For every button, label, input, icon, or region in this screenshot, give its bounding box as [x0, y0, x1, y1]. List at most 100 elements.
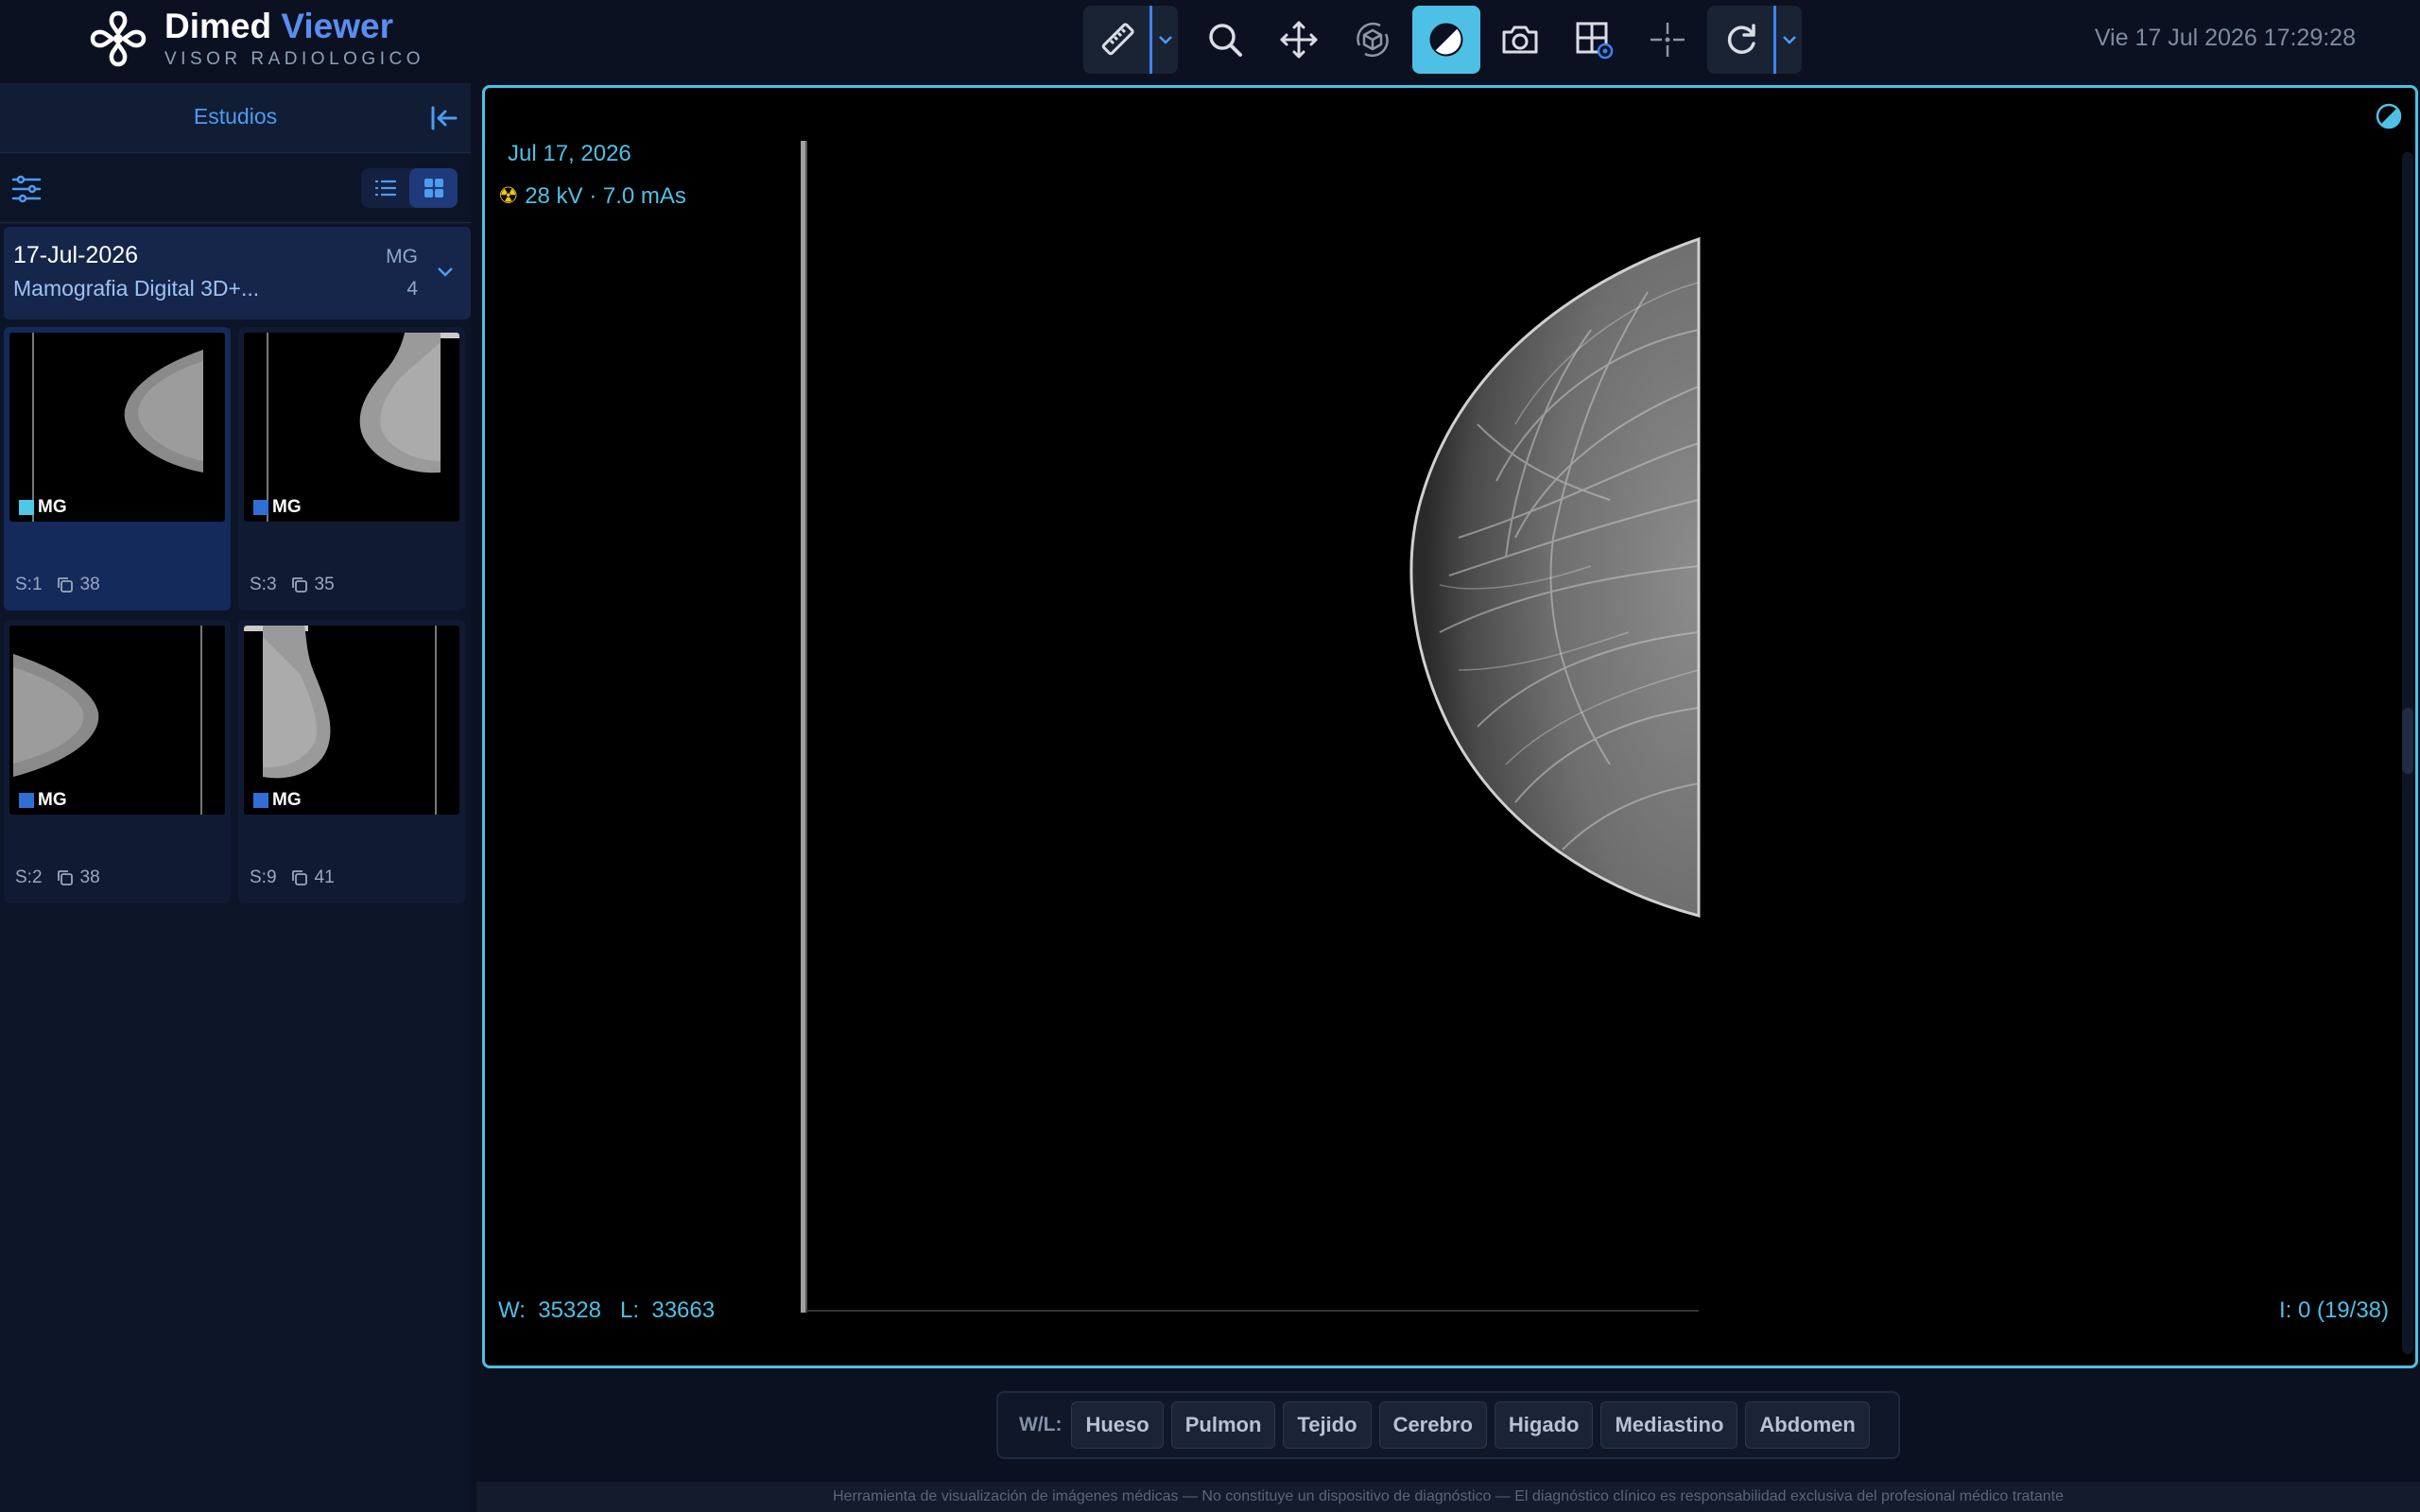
series-meta: S:9 41	[250, 868, 335, 888]
window-label: W:	[498, 1297, 526, 1323]
camera-icon	[1502, 26, 1538, 54]
series-meta: S:1 38	[15, 575, 100, 595]
series-number: S:9	[250, 868, 277, 887]
series-image-count: 41	[314, 868, 335, 887]
overlay-study-date: Jul 17, 2026	[508, 141, 631, 166]
mammogram-image-render	[801, 141, 1701, 1313]
disclaimer-footer: Herramienta de visualización de imágenes…	[476, 1482, 2420, 1512]
clock: Vie 17 Jul 2026 17:29:28	[2094, 25, 2356, 51]
mammogram-image[interactable]	[797, 141, 1723, 1313]
pan-icon	[1280, 21, 1318, 59]
preset-pulmon-button[interactable]: Pulmon	[1170, 1401, 1276, 1449]
series-tag: MG	[19, 497, 67, 518]
level-value: 33663	[651, 1297, 716, 1323]
series-tag: MG	[253, 497, 302, 518]
preset-abdomen-button[interactable]: Abdomen	[1745, 1401, 1870, 1449]
grid-icon	[424, 179, 443, 198]
series-thumbnail: MG	[9, 333, 225, 522]
series-modality: MG	[272, 790, 302, 810]
overlay-exposure-value: 28 kV · 7.0 mAs	[525, 183, 686, 209]
level-label: L:	[620, 1297, 640, 1323]
stack-icon	[57, 870, 73, 885]
brand-title: Dimed Viewer	[164, 6, 424, 47]
series-tag: MG	[253, 790, 302, 811]
view-toggle	[361, 168, 458, 208]
series-color-swatch	[253, 500, 268, 515]
filter-icon[interactable]	[9, 172, 43, 206]
series-thumbnail: MG	[244, 626, 459, 815]
grid-view-button[interactable]	[409, 168, 458, 208]
series-thumbnail: MG	[244, 333, 459, 522]
series-tag: MG	[19, 790, 67, 811]
measure-dropdown-button[interactable]	[1150, 6, 1178, 74]
series-card[interactable]: MG S:2 38	[4, 620, 231, 903]
series-image-count: 38	[79, 575, 100, 594]
zoom-icon	[1209, 24, 1242, 57]
series-thumbnail: MG	[9, 626, 225, 815]
overlay-exposure: ☢ 28 kV · 7.0 mAs	[498, 182, 686, 210]
crosshair-tool-button[interactable]	[1634, 6, 1702, 74]
reset-tool-button[interactable]	[1707, 6, 1775, 74]
main-toolbar	[1083, 4, 1815, 76]
layout-settings-icon	[1576, 22, 1614, 60]
list-view-button[interactable]	[361, 168, 409, 208]
layout-tool-button[interactable]	[1560, 6, 1628, 74]
snapshot-tool-button[interactable]	[1486, 6, 1554, 74]
rotate-3d-tool-button[interactable]	[1339, 6, 1407, 74]
preset-mediastino-button[interactable]: Mediastino	[1600, 1401, 1738, 1449]
overlay-window-level: W: 35328 L: 33663	[498, 1297, 715, 1324]
list-icon	[374, 180, 396, 197]
mammogram-thumbnail-image	[32, 333, 203, 522]
preset-tejido-button[interactable]: Tejido	[1283, 1401, 1372, 1449]
brand: Dimed Viewer VISOR RADIOLOGICO	[164, 6, 424, 70]
sidebar-toolbar	[0, 155, 471, 223]
mammogram-thumbnail-image	[13, 626, 202, 815]
measure-tool-button[interactable]	[1083, 6, 1151, 74]
series-card[interactable]: MG S:3 35	[238, 327, 465, 610]
pan-tool-button[interactable]	[1265, 6, 1333, 74]
chevron-down-icon[interactable]	[433, 259, 458, 284]
chevron-down-icon	[1782, 36, 1796, 44]
window-value: 35328	[538, 1297, 601, 1323]
zoom-tool-button[interactable]	[1191, 6, 1259, 74]
sidebar-header: Estudios	[0, 83, 471, 153]
logo-icon	[90, 10, 147, 67]
series-card[interactable]: MG S:1 38	[4, 327, 231, 610]
series-modality: MG	[38, 497, 67, 517]
rotate-3d-icon	[1357, 22, 1389, 58]
image-viewport[interactable]: Jul 17, 2026 ☢ 28 kV · 7.0 mAs W: 35328 …	[482, 85, 2418, 1368]
contrast-icon[interactable]	[2374, 101, 2404, 131]
viewer-app: Dimed Viewer VISOR RADIOLOGICO Vie 17 Ju…	[0, 0, 2420, 1512]
preset-higado-button[interactable]: Higado	[1494, 1401, 1594, 1449]
study-item[interactable]: 17-Jul-2026 Mamografia Digital 3D+... MG…	[4, 227, 471, 319]
image-scrollbar[interactable]	[2402, 152, 2413, 1354]
series-number: S:3	[250, 575, 277, 594]
wl-presets-label: W/L:	[1019, 1414, 1063, 1435]
study-series-count: 4	[406, 278, 418, 300]
image-scrollbar-thumb[interactable]	[2402, 708, 2413, 774]
radiation-icon: ☢	[498, 183, 519, 209]
series-number: S:1	[15, 575, 43, 594]
study-description: Mamografia Digital 3D+...	[13, 276, 260, 301]
stack-icon	[57, 577, 73, 593]
crosshair-icon	[1651, 23, 1685, 57]
series-card[interactable]: MG S:9 41	[238, 620, 465, 903]
series-color-swatch	[19, 500, 34, 515]
mammogram-thumbnail-image	[244, 626, 437, 815]
collapse-sidebar-icon[interactable]	[425, 100, 461, 136]
preset-hueso-button[interactable]: Hueso	[1071, 1401, 1164, 1449]
preset-cerebro-button[interactable]: Cerebro	[1378, 1401, 1487, 1449]
brand-name: Dimed	[164, 7, 272, 45]
stack-icon	[291, 577, 307, 593]
reset-dropdown-button[interactable]	[1773, 6, 1802, 74]
series-meta: S:2 38	[15, 868, 100, 888]
sidebar-title: Estudios	[193, 104, 278, 129]
brand-name-accent: Viewer	[281, 7, 393, 45]
brand-subtitle: VISOR RADIOLOGICO	[164, 49, 424, 69]
studies-sidebar: Estudios 17-Jul-2026 Mamografia Digital …	[0, 83, 471, 1512]
series-color-swatch	[19, 793, 34, 808]
study-date: 17-Jul-2026	[13, 242, 139, 268]
window-level-tool-button[interactable]	[1412, 6, 1480, 74]
stack-icon	[291, 870, 307, 885]
ruler-icon	[1101, 23, 1134, 56]
